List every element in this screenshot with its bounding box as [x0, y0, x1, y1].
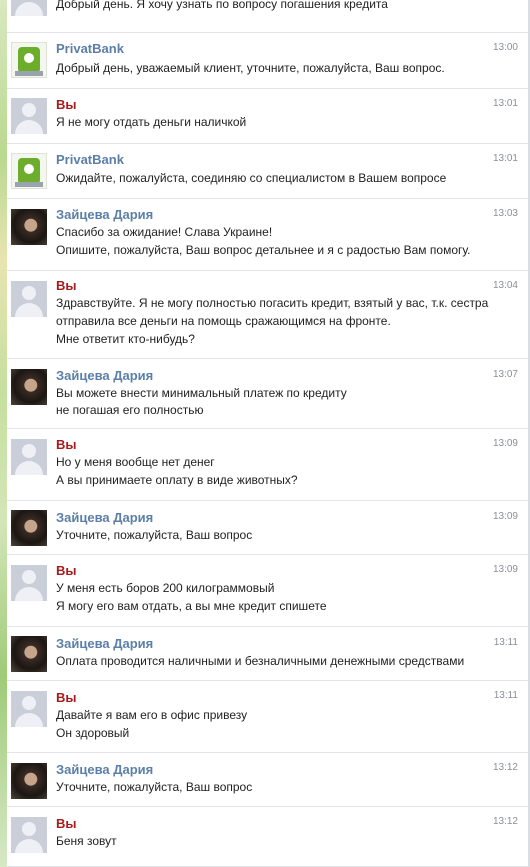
message-text: Добрый день. Я хочу узнать по вопросу по… — [56, 0, 388, 11]
page-background-strip — [0, 0, 7, 867]
chat-message: Вы 13:11 Давайте я вам его в офис привезу О… — [7, 681, 528, 753]
message-timestamp: 13:09 — [492, 438, 518, 449]
message-timestamp: 13:00 — [492, 42, 518, 53]
message-timestamp: 13:09 — [492, 564, 518, 575]
chat-message: Вы 13:12 Беня зовут — [7, 807, 528, 867]
message-timestamp: 13:12 — [492, 816, 518, 827]
message-author: Вы — [56, 278, 77, 293]
message-text: отправила все деньги на помощь сражающим… — [56, 314, 391, 328]
user-avatar — [11, 565, 47, 601]
message-text: Мне ответит кто-нибудь? — [56, 332, 195, 346]
user-avatar — [11, 817, 47, 853]
agent-avatar — [11, 510, 47, 546]
message-text: Он здоровый — [56, 726, 130, 740]
message-text: Ожидайте, пожалуйста, соединяю со специа… — [56, 171, 447, 185]
message-author: Зайцева Дария — [56, 207, 154, 222]
message-text: Спасибо за ожидание! Слава Украине! — [56, 225, 273, 239]
message-author: Вы — [56, 97, 77, 112]
chat-message: Вы 13:09 У меня есть боров 200 килограммов… — [7, 555, 528, 627]
message-timestamp: 13:01 — [492, 98, 518, 109]
message-author: Вы — [56, 816, 77, 831]
message-timestamp: 13:09 — [492, 511, 518, 522]
message-text: Вы можете внести минимальный платеж по к… — [56, 386, 347, 400]
chat-message: Вы 13:09 Но у меня вообще нет денег А вы пр… — [7, 429, 528, 501]
message-timestamp: 13:11 — [493, 637, 518, 648]
message-timestamp: 13:11 — [493, 690, 518, 701]
message-timestamp: 13:03 — [492, 208, 518, 219]
message-timestamp: 13:04 — [492, 280, 518, 291]
message-author: Вы — [56, 690, 77, 705]
message-text: Здравствуйте. Я не могу полностью погаси… — [56, 296, 489, 310]
chat-message: Вы 13:01 Я не могу отдать деньги наличкой — [7, 89, 528, 144]
chat-message: Зайцева Дария 13:07 Вы можете внести миним… — [7, 359, 528, 429]
message-text: У меня есть боров 200 килограммовый — [56, 581, 275, 595]
chat-message: Зайцева Дария 13:11 Оплата проводится нали… — [7, 627, 528, 681]
message-text: Добрый день, уважаемый клиент, уточните,… — [56, 61, 445, 75]
user-avatar — [11, 0, 47, 16]
user-avatar — [11, 281, 47, 317]
message-author: Зайцева Дария — [56, 762, 154, 777]
chat-message: Зайцева Дария 13:09 Уточните, пожалуйста, … — [7, 501, 528, 555]
message-text: Но у меня вообще нет денег — [56, 455, 215, 469]
chat-message: Зайцева Дария 13:12 Уточните, пожалуйста, … — [7, 753, 528, 807]
message-author: Зайцева Дария — [56, 510, 154, 525]
chat-message: Зайцева Дария 13:03 Спасибо за ожидание! С… — [7, 199, 528, 271]
message-author: Зайцева Дария — [56, 636, 154, 651]
message-text: А вы принимаете оплату в виде животных? — [56, 473, 298, 487]
user-avatar — [11, 98, 47, 134]
message-timestamp: 13:01 — [492, 153, 518, 164]
message-timestamp: 13:07 — [492, 369, 518, 380]
message-timestamp: 13:12 — [492, 762, 518, 773]
message-text: Я не могу отдать деньги наличкой — [56, 115, 247, 129]
user-avatar — [11, 691, 47, 727]
privatbank-avatar — [11, 153, 47, 189]
agent-avatar — [11, 209, 47, 245]
chat-message: Добрый день. Я хочу узнать по вопросу по… — [7, 0, 528, 33]
agent-avatar — [11, 636, 47, 672]
message-text: Опишите, пожалуйста, Ваш вопрос детальне… — [56, 243, 471, 257]
message-text: Уточните, пожалуйста, Ваш вопрос — [56, 528, 253, 542]
user-avatar — [11, 439, 47, 475]
chat-message: Вы 13:04 Здравствуйте. Я не могу полностью… — [7, 271, 528, 359]
message-author: Вы — [56, 563, 77, 578]
agent-avatar — [11, 763, 47, 799]
message-text: Оплата проводится наличными и безналичны… — [56, 654, 465, 668]
message-author: Вы — [56, 437, 77, 452]
message-text: не погашая его полностью — [56, 403, 204, 417]
privatbank-avatar — [11, 42, 47, 78]
message-text: Давайте я вам его в офис привезу — [56, 708, 248, 722]
message-text: Беня зовут — [56, 834, 117, 848]
message-text: Я могу его вам отдать, а вы мне кредит с… — [56, 599, 327, 613]
chat-message: PrivatBank 13:00 Добрый день, уважаемый кл… — [7, 33, 528, 89]
message-author: PrivatBank — [56, 152, 124, 167]
message-text: Уточните, пожалуйста, Ваш вопрос — [56, 780, 253, 794]
message-author: PrivatBank — [56, 41, 124, 56]
agent-avatar — [11, 369, 47, 405]
chat-message: PrivatBank 13:01 Ожидайте, пожалуйста, сое… — [7, 144, 528, 199]
message-author: Зайцева Дария — [56, 368, 154, 383]
